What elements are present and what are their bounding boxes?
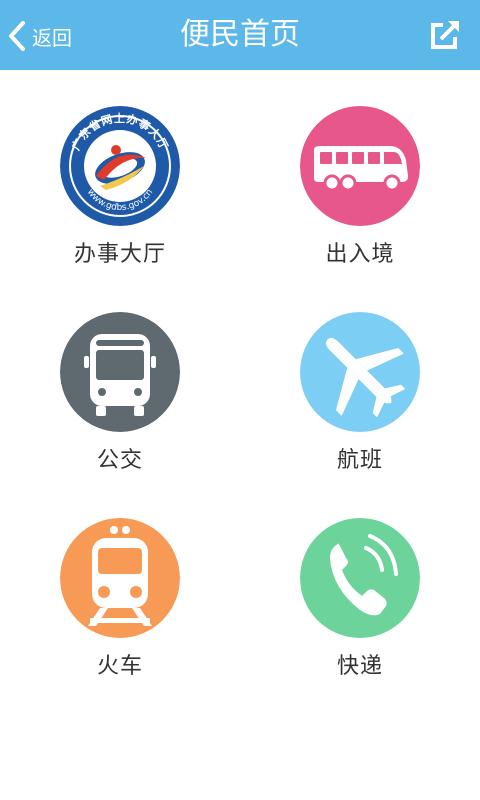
phone-icon <box>300 518 420 638</box>
train-icon <box>60 518 180 638</box>
tile-label: 公交 <box>96 448 143 473</box>
bus-icon <box>60 312 180 432</box>
coach-bus-icon <box>300 106 420 226</box>
page-title: 便民首页 <box>180 17 300 52</box>
tile-express[interactable]: 快递 <box>270 482 450 682</box>
share-button[interactable] <box>428 18 462 52</box>
government-hall-logo: 广东省网上办事大厅 www.gdbs.gov.cn <box>60 106 180 226</box>
tile-train[interactable]: 火车 <box>30 482 210 682</box>
chevron-left-icon <box>9 21 25 51</box>
back-button[interactable]: 返回 <box>6 14 72 58</box>
tile-label: 出入境 <box>325 242 395 267</box>
tile-label: 办事大厅 <box>73 242 166 267</box>
tile-exit-entry[interactable]: 出入境 <box>270 70 450 270</box>
header-bar: 返回 便民首页 <box>0 0 480 70</box>
airplane-icon <box>300 312 420 432</box>
tile-label: 火车 <box>96 654 143 679</box>
back-label: 返回 <box>32 25 72 50</box>
share-icon <box>431 21 459 49</box>
tile-label: 航班 <box>336 448 383 473</box>
tile-government-hall[interactable]: 广东省网上办事大厅 www.gdbs.gov.cn 办事大厅 <box>30 70 210 270</box>
tile-flight[interactable]: 航班 <box>270 276 450 476</box>
tile-bus[interactable]: 公交 <box>30 276 210 476</box>
tile-label: 快递 <box>336 654 383 679</box>
